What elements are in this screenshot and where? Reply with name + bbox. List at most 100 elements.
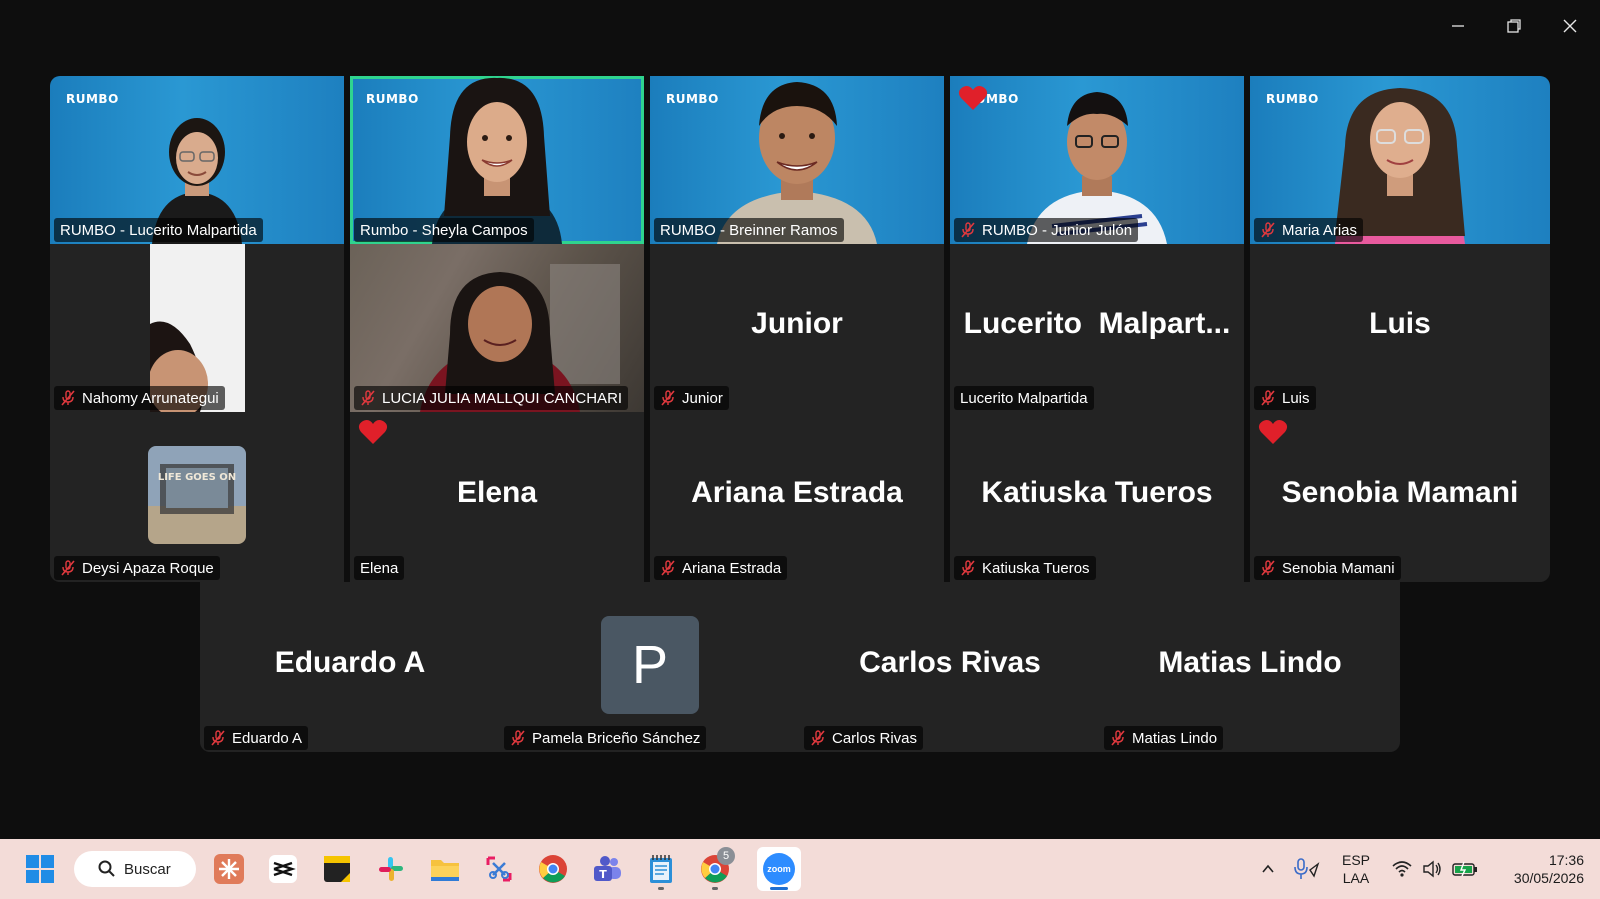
taskbar-app-chrome[interactable] [531,847,575,891]
mic-muted-icon [961,560,975,576]
participant-tile-junior-julon[interactable]: RUMBO RUMBO - Junior Julón [950,76,1244,244]
participant-display-name: Elena [456,475,538,509]
heart-reaction-icon [358,420,388,444]
windows-icon [26,855,54,883]
participant-display-name: Eduardo A [274,645,426,679]
participant-name: Elena [354,556,405,580]
participant-tile-pamela-briceno[interactable]: P Pamela Briceño Sánchez [500,582,800,752]
participant-name-text: Katiuska Tueros [982,559,1090,577]
participant-tile-sheyla-campos[interactable]: RUMBO Rumbo - Sheyla Campos [350,76,644,244]
search-icon [98,860,115,877]
zoom-icon: zoom [763,853,795,885]
participant-display-name: Junior [751,306,843,340]
participant-display-name: Katiuska Tueros [981,475,1213,509]
notepad-icon [650,855,672,883]
participant-tile-nahomy-arrunategui[interactable]: Nahomy Arrunategui [50,244,344,412]
taskbar-app-capcut[interactable] [261,847,305,891]
participant-tile-luis[interactable]: Luis Luis [1250,244,1550,412]
app-running-indicator [658,887,664,890]
taskbar-app-sticky-notes[interactable] [315,847,359,891]
teams-icon: T [594,856,621,881]
taskbar-app-zoom[interactable]: zoom [757,847,801,891]
participant-tile-junior[interactable]: Junior Junior [650,244,944,412]
taskbar-app-teams[interactable]: T [585,847,629,891]
mic-muted-icon [1111,730,1125,746]
participant-tile-deysi-apaza[interactable]: LIFE GOES ON Deysi Apaza Roque [50,412,344,582]
participant-name: Junior [654,386,729,410]
mic-muted-icon [811,730,825,746]
taskbar-app-claude[interactable] [207,847,251,891]
taskbar-app-file-explorer[interactable] [423,847,467,891]
participant-name: Nahomy Arrunategui [54,386,225,410]
minimize-icon [1452,25,1464,27]
participant-display-name: Matias Lindo [1158,645,1342,679]
clock-time: 17:36 [1548,852,1584,868]
participant-tile-matias-lindo[interactable]: Matias Lindo Matias Lindo [1100,582,1400,752]
mic-muted-icon [61,390,75,406]
participant-name-text: RUMBO - Junior Julón [982,221,1133,239]
participant-tile-maria-arias[interactable]: RUMBO Maria Arias [1250,76,1550,244]
language-code: ESP [1341,852,1370,868]
participant-tile-lucerito-malpartida[interactable]: RUMBO RUMBO - Lucerito Malpartida [50,76,344,244]
app-active-indicator [770,887,788,890]
participant-tile-senobia-mamani[interactable]: Senobia Mamani Senobia Mamani [1250,412,1550,582]
clock[interactable]: 17:36 30/05/2026 [1494,851,1584,887]
participant-tile-ariana-estrada[interactable]: Ariana Estrada Ariana Estrada [650,412,944,582]
avatar-sign-text: LIFE GOES ON [158,472,236,483]
participant-name-text: Eduardo A [232,729,303,747]
taskbar-app-snipping-tool[interactable] [477,847,521,891]
chevron-up-icon [1262,864,1274,873]
participant-name-text: Senobia Mamani [1282,559,1395,577]
brand-label: RUMBO [366,92,419,106]
participant-name: Senobia Mamani [1254,556,1401,580]
participant-name-text: RUMBO - Lucerito Malpartida [60,221,257,239]
volume-icon [1423,860,1441,878]
start-button[interactable] [18,847,62,891]
app-running-indicator [712,887,718,890]
restore-button[interactable] [1486,6,1542,46]
clock-date: 30/05/2026 [1513,870,1584,886]
participant-tile-lucia-mallqui[interactable]: LUCIA JULIA MALLQUI CANCHARI [350,244,644,412]
tray-overflow-button[interactable] [1256,857,1280,881]
participant-name-text: Elena [360,559,399,577]
zoom-icon-label: zoom [767,864,791,874]
participant-name-text: Luis [1282,389,1310,407]
taskbar-search[interactable]: Buscar [74,851,196,887]
system-status-icons[interactable] [1392,855,1478,883]
participant-tile-katiuska-tueros[interactable]: Katiuska Tueros Katiuska Tueros [950,412,1244,582]
search-label: Buscar [124,860,171,878]
participant-tile-lucerito-malpartida-2[interactable]: Lucerito Malpart... Lucerito Malpartida [950,244,1244,412]
wifi-icon [1392,861,1412,877]
taskbar-app-slack[interactable] [369,847,413,891]
participant-display-name: Lucerito Malpart... [963,306,1231,340]
participant-name-text: Lucerito Malpartida [960,389,1088,407]
input-language-indicator[interactable]: ESP LAA [1336,851,1376,887]
participant-name-text: RUMBO - Breinner Ramos [660,221,838,239]
sticky-notes-icon [324,856,350,882]
microphone-icon [1294,858,1320,879]
mic-muted-icon [961,222,975,238]
participant-name-text: Pamela Briceño Sánchez [532,729,701,747]
heart-reaction-icon [958,86,988,110]
participant-name: RUMBO - Lucerito Malpartida [54,218,263,242]
mic-muted-icon [661,560,675,576]
participant-name: LUCIA JULIA MALLQUI CANCHARI [354,386,629,410]
microphone-tray-button[interactable] [1292,855,1322,883]
participant-name-text: Carlos Rivas [832,729,918,747]
participant-name-text: Maria Arias [1282,221,1358,239]
participant-tile-elena[interactable]: Elena Elena [350,412,644,582]
taskbar-app-notepad[interactable] [639,847,683,891]
participant-name: Lucerito Malpartida [954,386,1094,410]
participant-tile-eduardo-a[interactable]: Eduardo A Eduardo A [200,582,500,752]
brand-label: RUMBO [1266,92,1319,106]
participant-name-text: Deysi Apaza Roque [82,559,214,577]
taskbar-app-chrome-profile[interactable]: 5 [693,847,737,891]
minimize-button[interactable] [1430,6,1486,46]
participant-tile-breinner-ramos[interactable]: RUMBO RUMBO - Breinner Ramos [650,76,944,244]
participant-tile-carlos-rivas[interactable]: Carlos Rivas Carlos Rivas [800,582,1100,752]
participant-name-text: Matias Lindo [1132,729,1218,747]
participant-name: Katiuska Tueros [954,556,1096,580]
close-button[interactable] [1542,6,1598,46]
participant-name: Matias Lindo [1104,726,1224,750]
participant-name: RUMBO - Junior Julón [954,218,1139,242]
